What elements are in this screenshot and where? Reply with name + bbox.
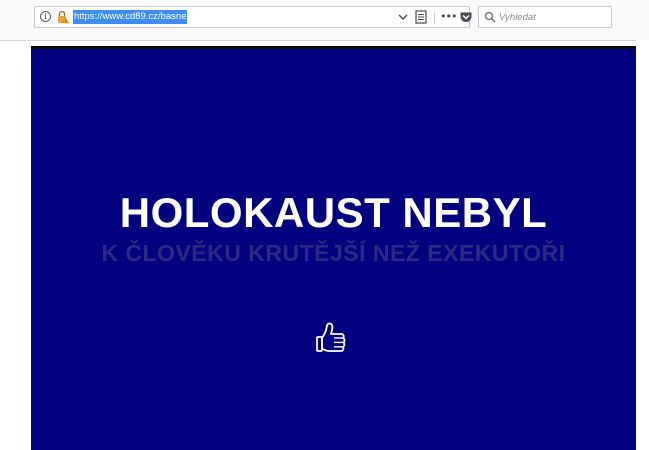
info-icon[interactable]: i: [40, 11, 51, 22]
browser-window: i https://www.cd89.cz/basne ••• Vyhledat…: [0, 0, 649, 450]
chevron-down-icon[interactable]: [397, 11, 409, 23]
toolbar-separator: [434, 11, 435, 24]
search-input[interactable]: [499, 9, 607, 25]
search-icon: [484, 11, 496, 23]
page-margin: [636, 40, 649, 450]
page-content: HOLOKAUST NEBYL K ČLOVĚKU KRUTĚJŠÍ NEŽ E…: [31, 46, 636, 450]
search-bar[interactable]: [478, 6, 612, 28]
page-headline: HOLOKAUST NEBYL: [119, 189, 548, 236]
lock-icon[interactable]: [56, 10, 70, 24]
thumbs-up-icon[interactable]: [314, 319, 352, 361]
pocket-icon[interactable]: [459, 10, 473, 24]
page-subheadline: K ČLOVĚKU KRUTĚJŠÍ NEŽ EXEKUTOŘI: [101, 240, 566, 266]
browser-toolbar: i https://www.cd89.cz/basne •••: [0, 0, 649, 41]
reader-view-icon[interactable]: [415, 10, 427, 24]
more-icon[interactable]: •••: [440, 9, 457, 25]
address-bar[interactable]: i https://www.cd89.cz/basne •••: [34, 6, 492, 28]
url-text[interactable]: https://www.cd89.cz/basne: [73, 10, 188, 24]
